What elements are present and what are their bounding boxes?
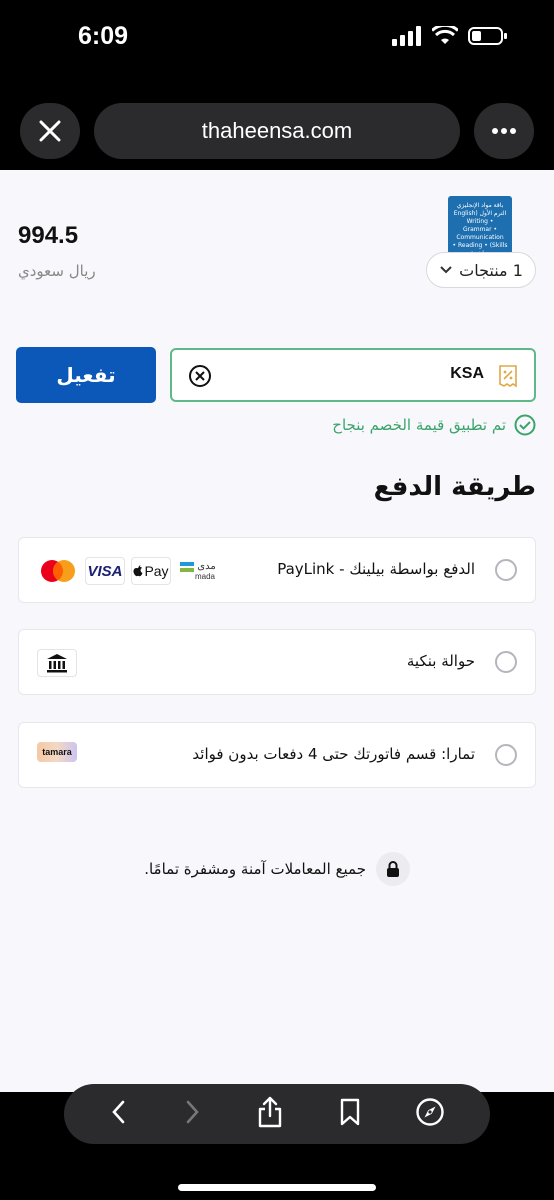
share-icon[interactable] <box>256 1096 284 1132</box>
tamara-logo: tamara <box>37 742 77 762</box>
payment-method-title: طريقة الدفع <box>373 472 536 502</box>
payment-option-paylink[interactable]: الدفع بواسطة بيلينك - PayLink VISA Pay م… <box>18 537 536 603</box>
clear-coupon-icon[interactable] <box>188 364 212 392</box>
signal-icon <box>392 26 421 46</box>
security-note-text: جميع المعاملات آمنة ومشفرة تمامًا. <box>144 860 366 878</box>
payment-label-paylink: الدفع بواسطة بيلينك - PayLink <box>277 560 475 578</box>
close-icon <box>39 120 61 142</box>
compass-icon[interactable] <box>415 1097 445 1131</box>
browser-bar: thaheensa.com <box>0 90 554 170</box>
tamara-icon: tamara <box>37 742 77 762</box>
check-circle-icon <box>514 414 536 436</box>
mada-icon: مدى mada <box>177 557 219 585</box>
bank-icon <box>37 649 77 677</box>
coupon-success-message: تم تطبيق قيمة الخصم بنجاح <box>332 414 536 436</box>
status-icons <box>392 26 508 46</box>
products-count-label: 1 منتجات <box>459 260 523 280</box>
coupon-input[interactable]: KSA <box>170 348 536 402</box>
payment-option-bank-transfer[interactable]: حوالة بنكية <box>18 629 536 695</box>
mastercard-icon <box>37 557 79 585</box>
status-time: 6:09 <box>78 22 129 50</box>
visa-icon: VISA <box>85 557 125 585</box>
url-bar[interactable]: thaheensa.com <box>94 103 460 159</box>
chevron-down-icon <box>440 266 452 274</box>
activate-coupon-button[interactable]: تفعيل <box>16 347 156 403</box>
back-icon[interactable] <box>109 1099 129 1129</box>
payment-option-tamara[interactable]: تمارا: قسم فاتورتك حتى 4 دفعات بدون فوائ… <box>18 722 536 788</box>
forward-icon[interactable] <box>182 1099 202 1129</box>
toolbar-pill <box>64 1084 490 1144</box>
product-thumbnail[interactable]: باقة مواد الإنجليزي الترم الأول (English… <box>448 196 512 254</box>
wifi-icon <box>432 26 458 44</box>
browser-toolbar <box>0 1084 554 1200</box>
more-icon <box>492 128 516 134</box>
product-thumbnail-text: باقة مواد الإنجليزي الترم الأول (English… <box>452 202 508 254</box>
security-note: جميع المعاملات آمنة ومشفرة تمامًا. <box>144 852 410 886</box>
payment-label-tamara: تمارا: قسم فاتورتك حتى 4 دفعات بدون فوائ… <box>192 745 475 763</box>
status-bar: 6:09 <box>0 0 554 90</box>
payment-label-bank-transfer: حوالة بنكية <box>406 652 475 670</box>
checkout-page: باقة مواد الإنجليزي الترم الأول (English… <box>0 170 554 1092</box>
total-price: 994.5 <box>18 222 79 249</box>
radio-paylink[interactable] <box>495 559 517 581</box>
more-options-button[interactable] <box>474 103 534 159</box>
coupon-tag-icon <box>498 364 518 392</box>
bank-logo <box>37 649 77 677</box>
apple-pay-icon: Pay <box>131 557 171 585</box>
radio-bank-transfer[interactable] <box>495 651 517 673</box>
products-count-dropdown[interactable]: 1 منتجات <box>426 252 536 288</box>
success-text: تم تطبيق قيمة الخصم بنجاح <box>332 416 506 434</box>
lock-icon <box>376 852 410 886</box>
payment-logos: VISA Pay مدى mada <box>37 557 219 585</box>
coupon-value: KSA <box>450 365 484 382</box>
currency-label: ريال سعودي <box>18 262 96 280</box>
battery-icon <box>468 27 507 45</box>
home-indicator <box>178 1184 376 1191</box>
radio-tamara[interactable] <box>495 744 517 766</box>
bookmarks-icon[interactable] <box>338 1098 362 1130</box>
close-tab-button[interactable] <box>20 103 80 159</box>
